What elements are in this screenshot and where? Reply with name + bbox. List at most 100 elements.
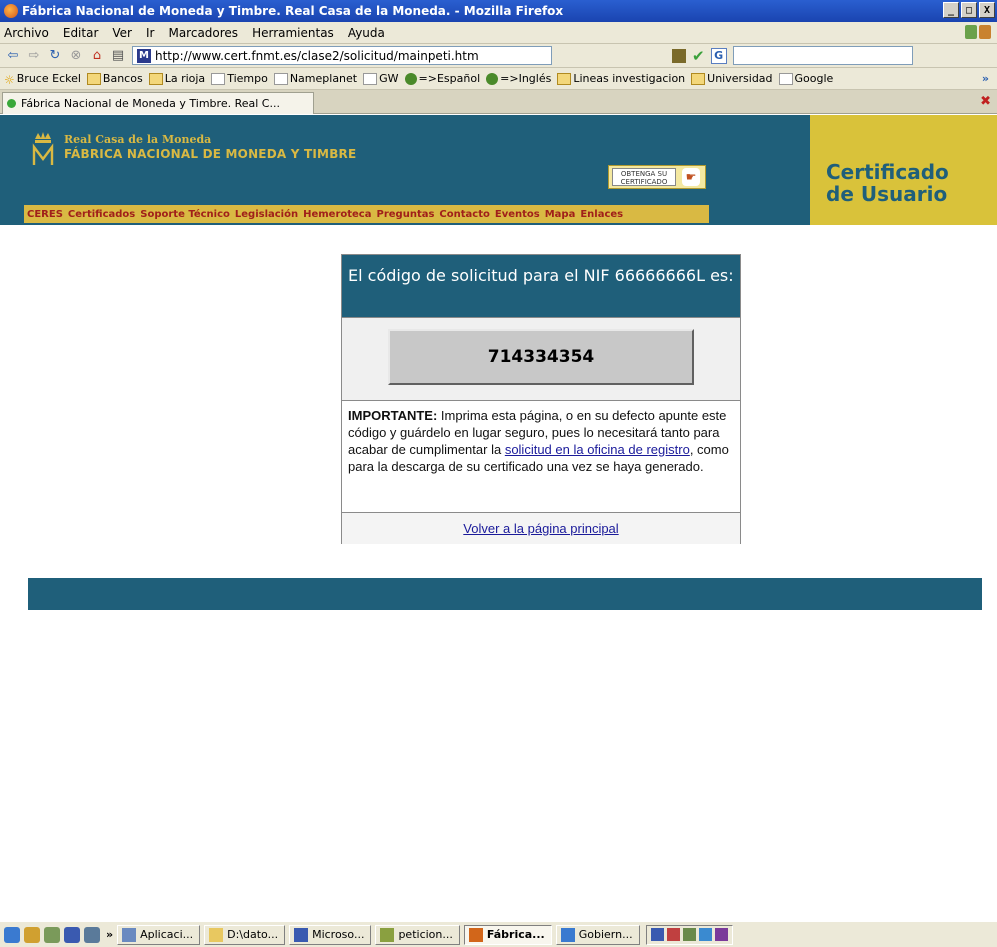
site-nav-enlaces[interactable]: Enlaces: [580, 209, 623, 220]
box-footer: Volver a la página principal: [342, 512, 740, 544]
request-code-heading: El código de solicitud para el NIF 66666…: [342, 255, 740, 317]
taskbar-item[interactable]: Gobiern...: [555, 924, 640, 945]
close-tab-icon[interactable]: ✖: [980, 94, 991, 109]
gear-flag-icon: [486, 72, 499, 85]
site-nav-contacto[interactable]: Contacto: [439, 209, 489, 220]
bookmark-la-rioja[interactable]: La rioja: [148, 72, 205, 85]
bookmark-espanol[interactable]: =>Español: [404, 72, 480, 85]
security-icon[interactable]: [672, 48, 686, 63]
bookmark-bruce-eckel[interactable]: ☼ Bruce Eckel: [4, 72, 81, 87]
tray-icon[interactable]: [666, 928, 680, 941]
site-header: Real Casa de la Moneda FÁBRICA NACIONAL …: [0, 115, 810, 225]
system-tray: [645, 924, 733, 945]
quicklaunch-word-icon[interactable]: [64, 926, 80, 943]
tray-icon[interactable]: [650, 928, 664, 941]
taskbar-item-active[interactable]: Fábrica...: [463, 924, 552, 945]
menu-marcadores[interactable]: Marcadores: [168, 26, 238, 40]
menu-editar[interactable]: Editar: [63, 26, 99, 40]
obtain-certificate-label: OBTENGA SU CERTIFICADO: [612, 168, 676, 186]
reload-icon[interactable]: ↻: [46, 47, 64, 65]
code-area: 714334354: [342, 317, 740, 401]
maximize-button[interactable]: □: [961, 2, 977, 18]
home-icon[interactable]: ⌂: [88, 47, 106, 65]
firefox-icon: [468, 927, 483, 942]
menu-ir[interactable]: Ir: [146, 26, 154, 40]
search-input[interactable]: [732, 46, 913, 65]
taskbar-item[interactable]: D:\dato...: [204, 924, 286, 945]
taskbar-item[interactable]: Aplicaci...: [117, 924, 201, 945]
hand-pointer-icon: ☛: [682, 168, 700, 186]
menu-archivo[interactable]: Archivo: [4, 26, 49, 40]
stop-icon[interactable]: ⊗: [67, 47, 85, 65]
bookmark-nameplanet[interactable]: Nameplanet: [273, 72, 357, 85]
forward-icon[interactable]: ⇨: [25, 47, 43, 65]
bookmark-page-icon: [211, 72, 226, 85]
site-nav-eventos[interactable]: Eventos: [495, 209, 540, 220]
request-code-box: El código de solicitud para el NIF 66666…: [341, 254, 741, 544]
tray-icon[interactable]: [714, 928, 728, 941]
certificate-panel: Certificado de Usuario: [810, 115, 997, 225]
request-code-value: 714334354: [388, 329, 694, 385]
bookmark-tiempo[interactable]: Tiempo: [211, 72, 268, 85]
menu-ayuda[interactable]: Ayuda: [348, 26, 385, 40]
tray-icon[interactable]: [698, 928, 712, 941]
navigation-toolbar: ⇦ ⇨ ↻ ⊗ ⌂ ▤ M http://www.cert.fnmt.es/cl…: [0, 44, 997, 68]
quicklaunch-search-icon[interactable]: [44, 926, 60, 943]
tab-strip: Fábrica Nacional de Moneda y Timbre. Rea…: [0, 90, 997, 114]
bookmark-page-icon: [778, 72, 793, 85]
panel-title-line2: de Usuario: [826, 182, 948, 206]
bookmark-page-icon: [363, 72, 378, 85]
checkmark-icon[interactable]: ✔: [692, 47, 705, 65]
quicklaunch-desktop-icon[interactable]: [24, 926, 40, 943]
throbber-icon: [965, 25, 991, 41]
menu-herramientas[interactable]: Herramientas: [252, 26, 334, 40]
tray-icon[interactable]: [682, 928, 696, 941]
folder-icon: [148, 72, 163, 85]
bookmark-universidad[interactable]: Universidad: [691, 72, 773, 85]
window-title: Fábrica Nacional de Moneda y Timbre. Rea…: [22, 4, 564, 18]
back-icon[interactable]: ⇦: [4, 47, 22, 65]
bookmark-google[interactable]: Google: [778, 72, 833, 85]
obtain-certificate-button[interactable]: OBTENGA SU CERTIFICADO ☛: [608, 165, 706, 189]
close-button[interactable]: X: [979, 2, 995, 18]
search-engine-icon[interactable]: G: [710, 47, 727, 64]
registry-office-link[interactable]: solicitud en la oficina de registro: [505, 442, 690, 457]
site-nav-legislacion[interactable]: Legislación: [235, 209, 298, 220]
bookmark-gw[interactable]: GW: [363, 72, 399, 85]
tab-label: Fábrica Nacional de Moneda y Timbre. Rea…: [21, 97, 280, 110]
gear-flag-icon: [404, 72, 417, 85]
logo-line2: FÁBRICA NACIONAL DE MONEDA Y TIMBRE: [64, 147, 357, 161]
folder-icon: [86, 72, 101, 85]
back-to-home-link[interactable]: Volver a la página principal: [463, 521, 618, 536]
taskbar-item[interactable]: peticion...: [375, 924, 460, 945]
url-bar[interactable]: M http://www.cert.fnmt.es/clase2/solicit…: [132, 46, 552, 65]
menu-bar: Archivo Editar Ver Ir Marcadores Herrami…: [0, 22, 997, 44]
title-bar: Fábrica Nacional de Moneda y Timbre. Rea…: [0, 0, 997, 22]
menu-ver[interactable]: Ver: [112, 26, 132, 40]
bookmark-lineas-investigacion[interactable]: Lineas investigacion: [557, 72, 685, 85]
site-nav-preguntas[interactable]: Preguntas: [377, 209, 435, 220]
site-nav-certificados[interactable]: Certificados: [68, 209, 135, 220]
bookmarks-overflow-icon[interactable]: »: [982, 72, 989, 85]
bookmark-ingles[interactable]: =>Inglés: [486, 72, 551, 85]
fnmt-logo-icon: [32, 132, 54, 165]
minimize-button[interactable]: _: [943, 2, 959, 18]
quicklaunch-chevron[interactable]: »: [106, 928, 113, 941]
bookmark-bancos[interactable]: Bancos: [86, 72, 143, 85]
ie-icon: [560, 927, 575, 942]
logo-line1: Real Casa de la Moneda: [64, 133, 212, 146]
print-icon[interactable]: ▤: [109, 47, 127, 65]
folder-icon: [557, 72, 572, 85]
site-nav: CERES Certificados Soporte Técnico Legis…: [24, 205, 709, 223]
quicklaunch-ie-icon[interactable]: [4, 926, 20, 943]
tab-fnmt[interactable]: Fábrica Nacional de Moneda y Timbre. Rea…: [2, 92, 314, 114]
site-favicon-icon: M: [137, 48, 151, 63]
site-nav-soporte[interactable]: Soporte Técnico: [140, 209, 230, 220]
firefox-icon: [4, 4, 18, 18]
taskbar-item[interactable]: Microso...: [289, 924, 372, 945]
quicklaunch-app-icon[interactable]: [84, 926, 100, 943]
site-nav-mapa[interactable]: Mapa: [545, 209, 576, 220]
site-nav-ceres[interactable]: CERES: [27, 209, 63, 220]
taskbar: » Aplicaci... D:\dato... Microso... peti…: [0, 921, 997, 947]
site-nav-hemeroteca[interactable]: Hemeroteca: [303, 209, 371, 220]
